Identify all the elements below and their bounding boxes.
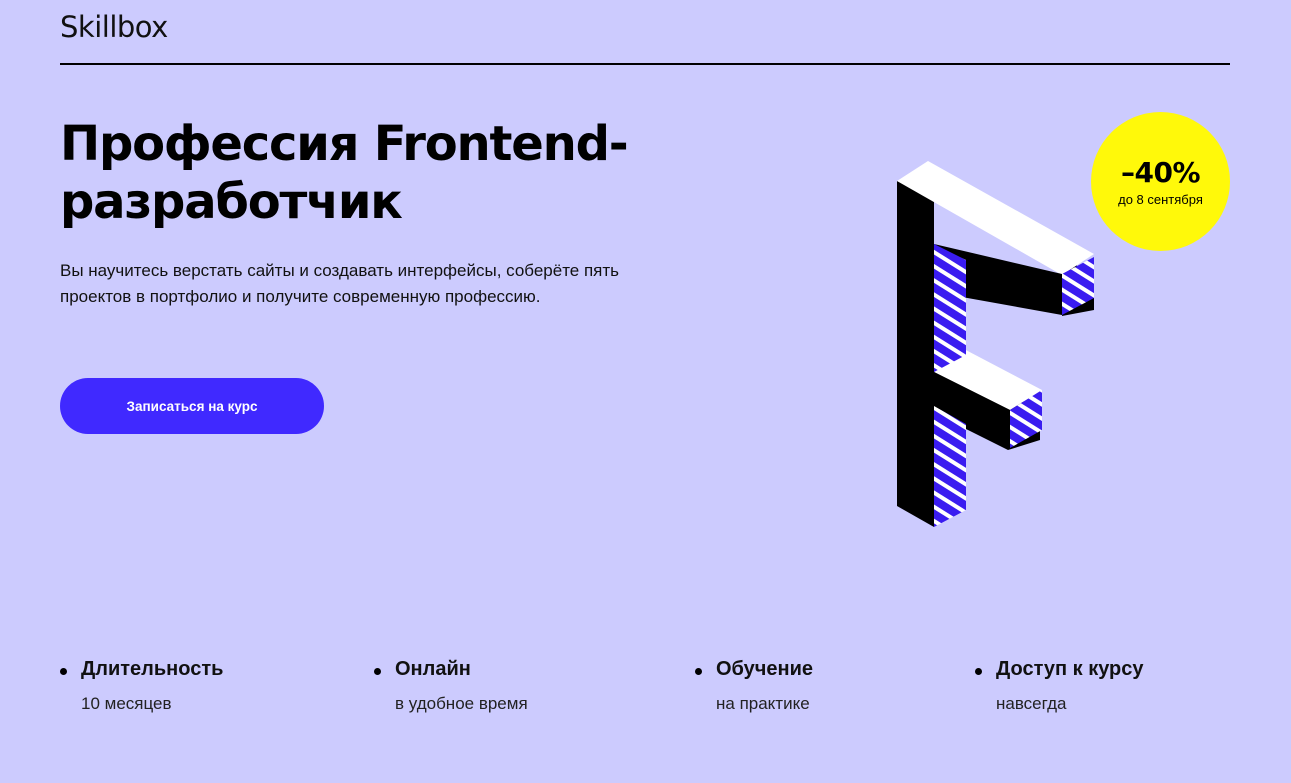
feature-value: навсегда [996, 694, 1067, 713]
header-divider [60, 63, 1230, 65]
page-title: Профессия Frontend- разработчик [60, 115, 700, 231]
bullet-icon [60, 668, 67, 675]
feature-title: Онлайн [395, 658, 471, 680]
letter-f-striped-inner-upper [934, 244, 966, 372]
discount-deadline: до 8 сентября [1118, 191, 1203, 207]
feature-title: Доступ к курсу [996, 658, 1144, 680]
discount-value: –40% [1120, 155, 1201, 189]
bullet-icon [975, 668, 982, 675]
course-description: Вы научитесь верстать сайты и создавать … [60, 261, 620, 306]
page-title-line-1: Профессия Frontend- [60, 116, 629, 172]
feature-value: 10 месяцев [81, 694, 172, 713]
letter-f-illustration [897, 161, 1094, 527]
feature-value: на практике [716, 694, 810, 713]
course-features: Длительность 10 месяцев Онлайн в удобное… [60, 658, 1240, 728]
enroll-button[interactable]: Записаться на курс [60, 378, 324, 434]
letter-f-striped-inner-lower [934, 406, 966, 527]
bullet-icon [695, 668, 702, 675]
page-title-line-2: разработчик [60, 174, 403, 230]
feature-title: Обучение [716, 658, 814, 680]
feature-title: Длительность [81, 658, 224, 680]
discount-badge: –40% до 8 сентября [1091, 112, 1230, 251]
feature-value: в удобное время [395, 694, 528, 713]
bullet-icon [374, 668, 381, 675]
skillbox-logo[interactable]: Skillbox [60, 10, 168, 44]
